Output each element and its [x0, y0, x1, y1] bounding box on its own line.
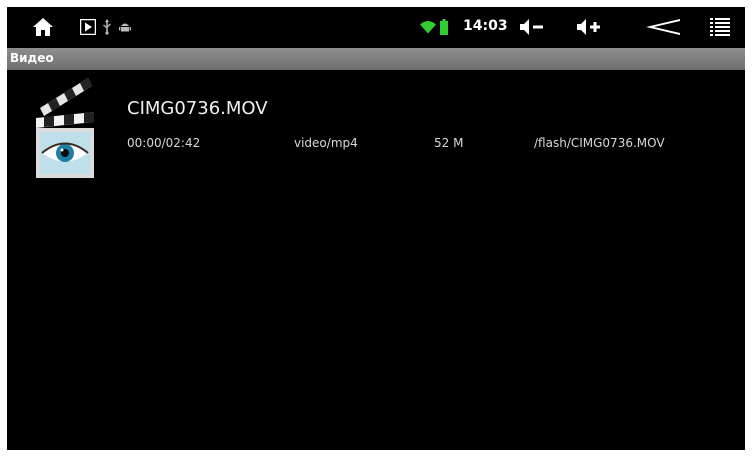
media-play-icon — [79, 7, 97, 47]
clapperboard-eye-icon — [30, 78, 100, 186]
volume-up-icon[interactable] — [573, 7, 607, 47]
wifi-icon — [419, 7, 437, 47]
home-icon[interactable] — [25, 7, 61, 47]
back-icon[interactable] — [643, 7, 683, 47]
menu-icon[interactable] — [708, 7, 732, 47]
android-debug-icon — [118, 7, 132, 47]
page-title: Видео — [10, 51, 54, 65]
volume-down-icon[interactable] — [516, 7, 550, 47]
status-time: 14:03 — [463, 18, 508, 34]
usb-icon — [100, 7, 114, 47]
status-bar: 14:03 — [7, 7, 745, 47]
video-duration: 00:00/02:42 — [127, 136, 201, 150]
video-file-size: 52 M — [434, 136, 464, 150]
device-screen: 14:03 Видео CIMG0736.MOV 00:00/02:42 vid… — [7, 7, 745, 450]
title-bar: Видео — [7, 48, 745, 70]
video-mime-type: video/mp4 — [294, 136, 358, 150]
list-item[interactable]: CIMG0736.MOV 00:00/02:42 video/mp4 52 M … — [7, 70, 745, 188]
battery-icon — [439, 7, 449, 47]
video-file-name: CIMG0736.MOV — [127, 98, 268, 119]
video-file-path: /flash/CIMG0736.MOV — [534, 136, 665, 150]
